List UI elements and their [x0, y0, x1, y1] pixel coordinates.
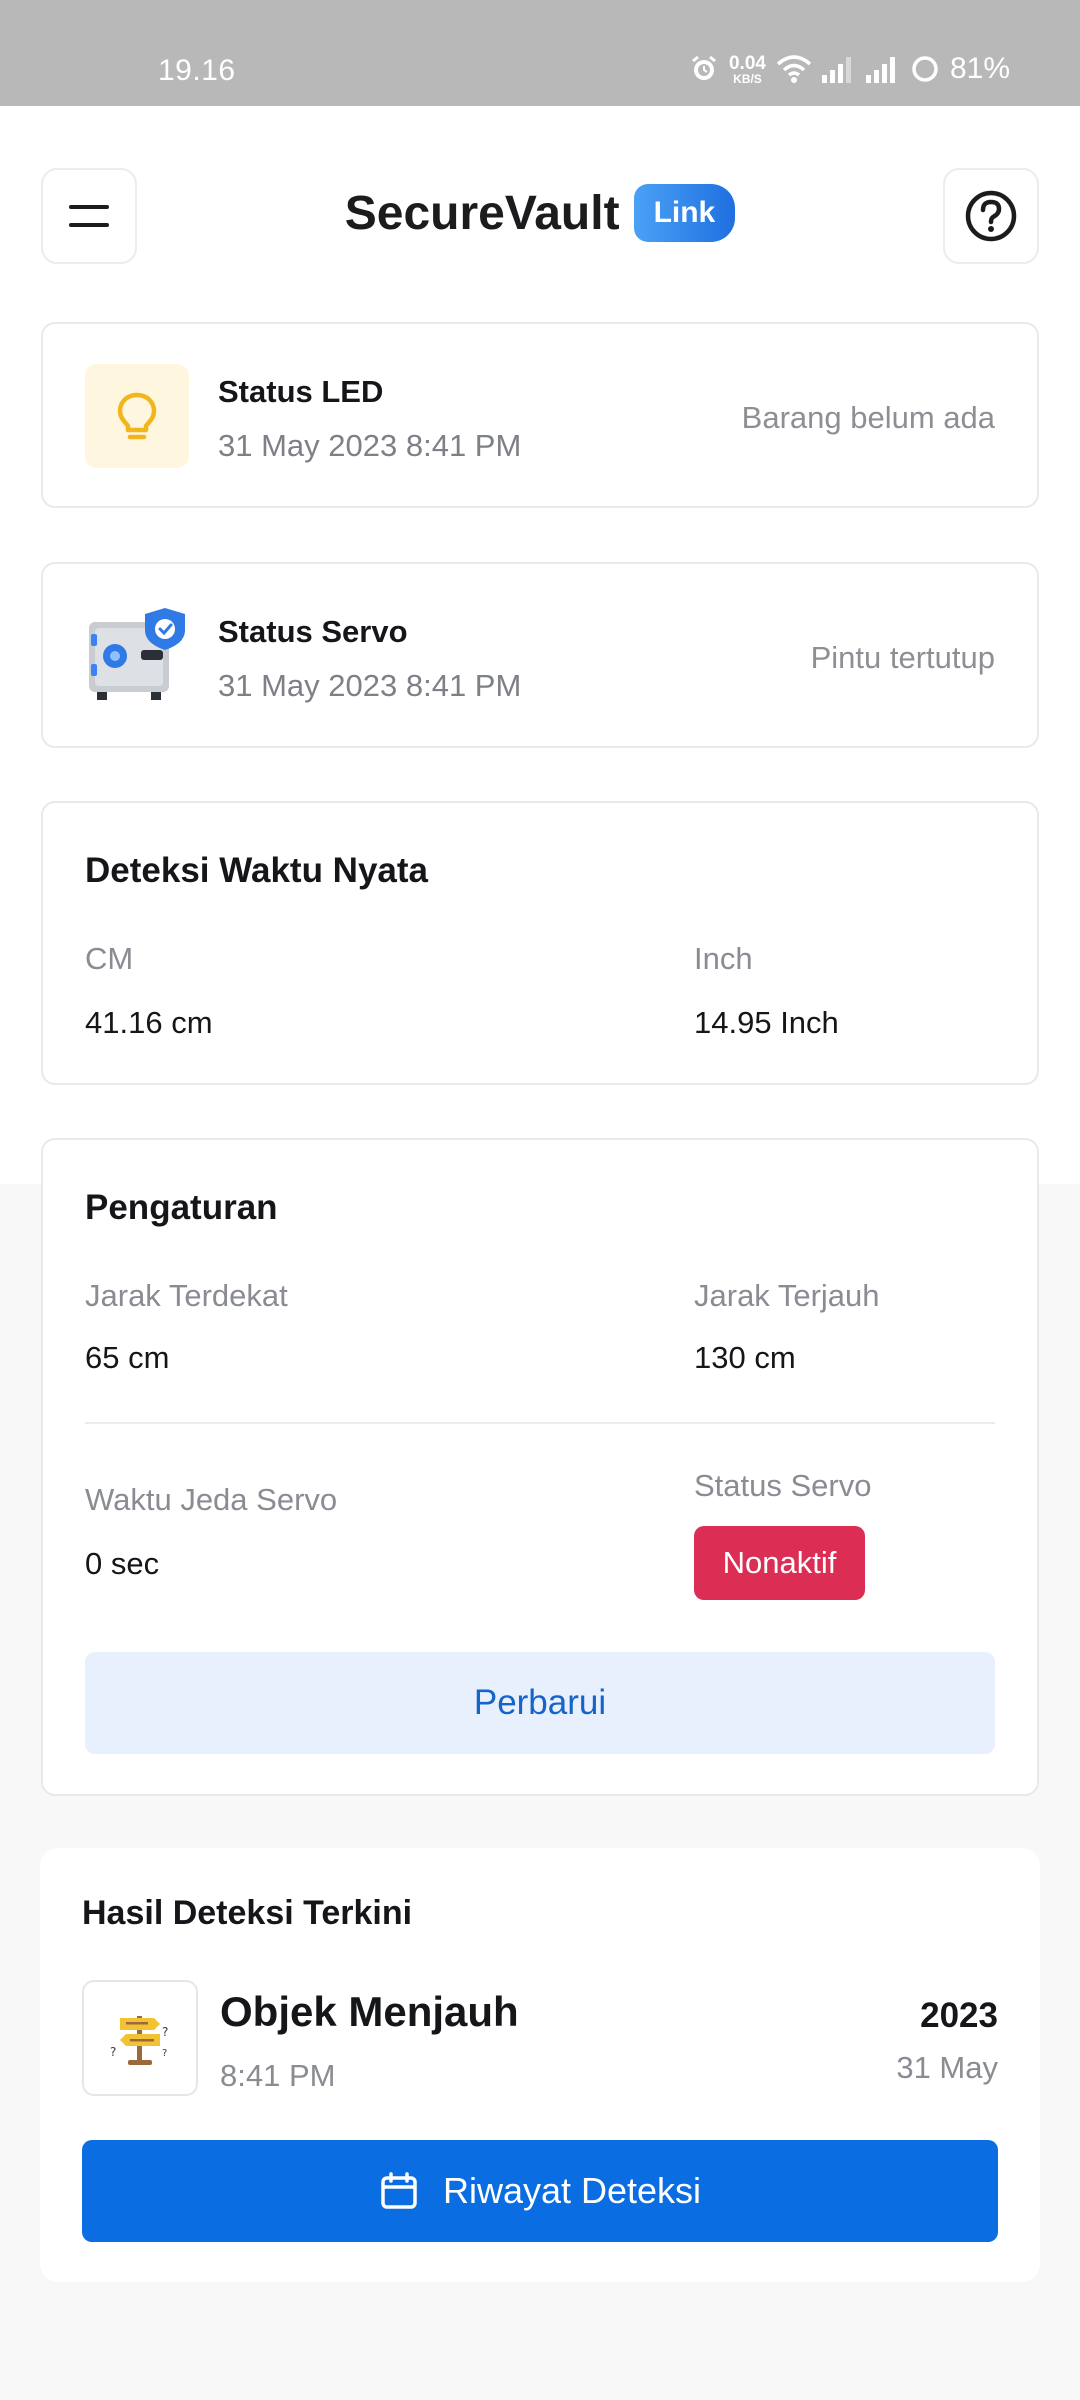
- lightbulb-icon: [117, 392, 157, 440]
- cm-label: CM: [85, 941, 134, 976]
- servo-delay-value: 0 sec: [85, 1546, 160, 1581]
- alarm-icon: [692, 55, 716, 80]
- app-title: SecureVault Link: [0, 184, 1080, 242]
- servo-status-title: Status Servo: [218, 614, 408, 649]
- battery-percent: 81%: [949, 52, 1010, 85]
- realtime-detection-card: Deteksi Waktu Nyata CM 41.16 cm Inch 14.…: [41, 801, 1039, 1085]
- inch-label: Inch: [694, 941, 753, 976]
- safe-icon: [89, 608, 185, 700]
- network-speed-value: 0.04: [728, 52, 766, 74]
- app-name: SecureVault: [344, 186, 620, 240]
- led-status-title: Status LED: [218, 374, 384, 409]
- battery-saver-icon: [912, 56, 938, 82]
- max-distance-label: Jarak Terjauh: [694, 1278, 880, 1313]
- servo-delay-label: Waktu Jeda Servo: [85, 1482, 338, 1517]
- led-icon-box: [85, 364, 189, 468]
- servo-status-card: Status Servo 31 May 2023 8:41 PM Pintu t…: [41, 562, 1039, 748]
- network-speed: 0.04 KB/S: [729, 54, 766, 85]
- result-date: 31 May: [896, 2050, 998, 2085]
- result-name: Objek Menjauh: [220, 1988, 519, 2035]
- svg-text:?: ?: [110, 2045, 116, 2059]
- status-icons: 0.04 KB/S 81%: [689, 52, 1010, 86]
- result-year: 2023: [920, 1996, 998, 2035]
- latest-results-card: Hasil Deteksi Terkini ? ? ? Objek Menjau…: [40, 1848, 1040, 2282]
- servo-status-toggle[interactable]: Nonaktif: [694, 1526, 865, 1600]
- cm-value: 41.16 cm: [85, 1005, 213, 1040]
- led-status-timestamp: 31 May 2023 8:41 PM: [218, 428, 522, 463]
- led-status-value: Barang belum ada: [741, 400, 995, 435]
- help-button[interactable]: [943, 168, 1039, 264]
- result-thumbnail: ? ? ?: [82, 1980, 198, 2096]
- wifi-icon: [776, 55, 812, 83]
- status-bar: 19.16 0.04 KB/S 81%: [0, 0, 1080, 106]
- servo-icon-box: [85, 604, 189, 708]
- settings-divider: [85, 1422, 995, 1424]
- help-icon: [965, 190, 1017, 242]
- svg-text:?: ?: [162, 2025, 168, 2039]
- result-time: 8:41 PM: [220, 2058, 336, 2093]
- calendar-icon: [381, 2172, 417, 2209]
- latest-results-title: Hasil Deteksi Terkini: [82, 1894, 413, 1932]
- servo-status-value: Pintu tertutup: [810, 640, 995, 675]
- detection-history-button[interactable]: Riwayat Deteksi: [82, 2140, 998, 2242]
- settings-title: Pengaturan: [85, 1188, 278, 1227]
- app-header: SecureVault Link: [0, 106, 1080, 326]
- detection-history-label: Riwayat Deteksi: [442, 2170, 702, 2211]
- signpost-icon: ? ? ?: [110, 2016, 168, 2065]
- signal-icon-1: [821, 57, 851, 83]
- realtime-title: Deteksi Waktu Nyata: [85, 851, 428, 890]
- network-speed-unit: KB/S: [733, 71, 762, 86]
- servo-status-setting-label: Status Servo: [694, 1468, 872, 1503]
- inch-value: 14.95 Inch: [694, 1005, 839, 1040]
- update-button[interactable]: Perbarui: [85, 1652, 995, 1754]
- led-status-card: Status LED 31 May 2023 8:41 PM Barang be…: [41, 322, 1039, 508]
- link-badge: Link: [633, 184, 736, 242]
- status-time: 19.16: [158, 54, 236, 87]
- svg-text:?: ?: [162, 2048, 167, 2059]
- servo-status-timestamp: 31 May 2023 8:41 PM: [218, 668, 522, 703]
- max-distance-value: 130 cm: [694, 1340, 796, 1375]
- settings-card: Pengaturan Jarak Terdekat 65 cm Jarak Te…: [41, 1138, 1039, 1796]
- min-distance-label: Jarak Terdekat: [85, 1278, 288, 1313]
- signal-icon-2: [865, 57, 895, 83]
- min-distance-value: 65 cm: [85, 1340, 170, 1375]
